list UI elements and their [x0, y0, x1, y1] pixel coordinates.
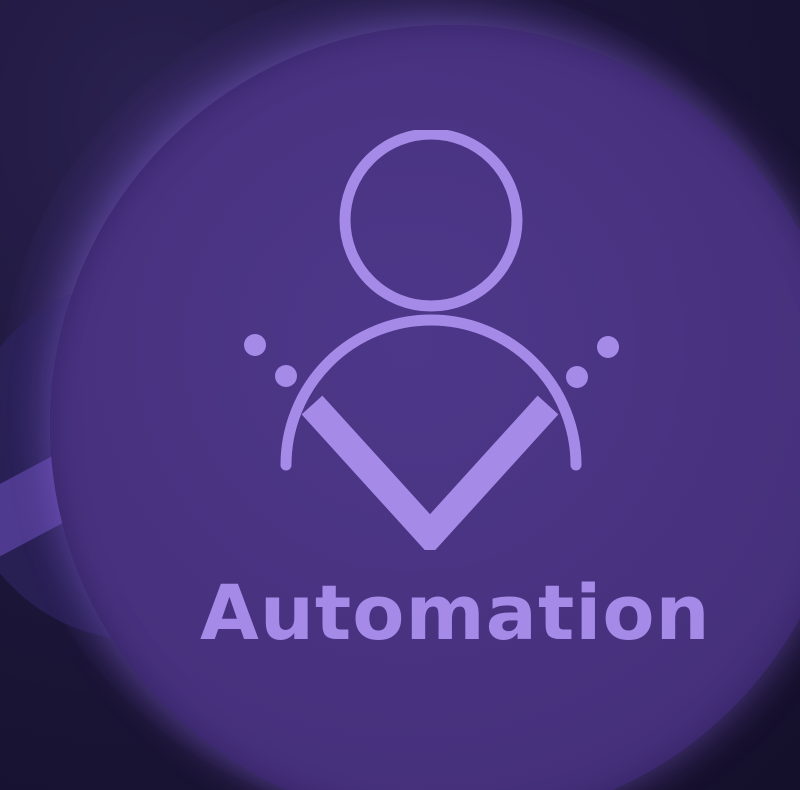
badge-label: Automation [200, 568, 711, 657]
automation-badge: Automation [0, 0, 800, 790]
person-checkmark-icon [230, 130, 630, 550]
